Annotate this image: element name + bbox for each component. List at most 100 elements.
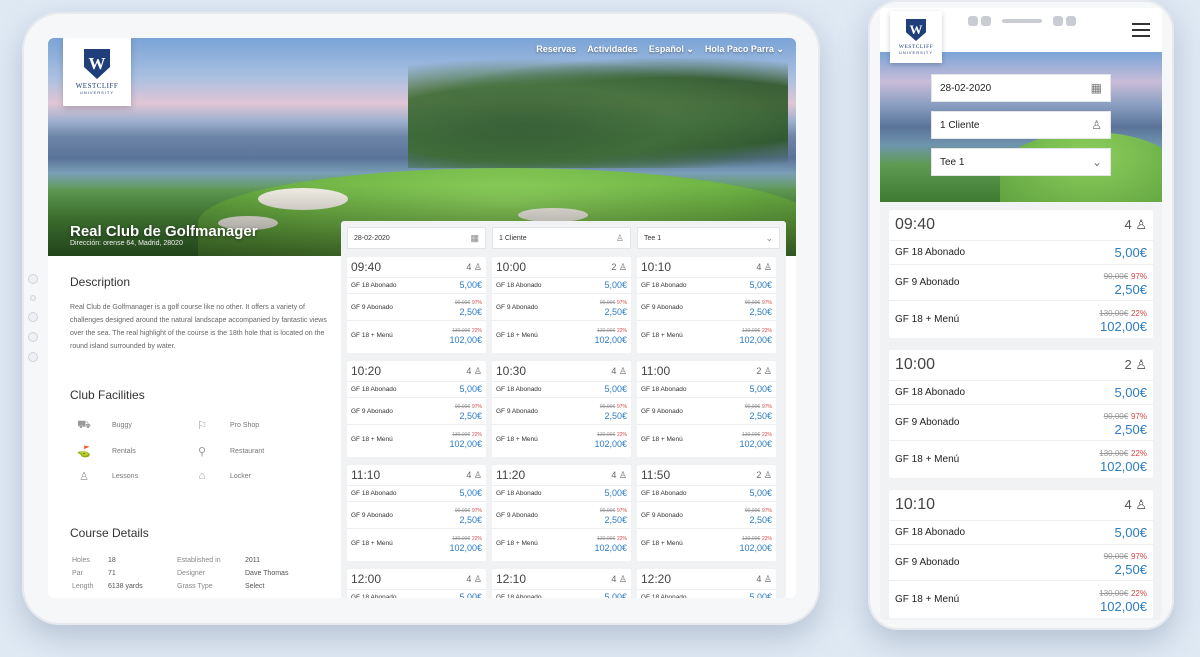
rate-row[interactable]: GF 18 Abonado 5,00€	[347, 277, 486, 293]
tee-time-card[interactable]: 12:204 ♙GF 18 Abonado5,00€GF 9 Abonado90…	[637, 569, 776, 598]
rate-row[interactable]: GF 9 Abonado 90,00€ 97% 2,50€	[492, 397, 631, 424]
rate-row[interactable]: GF 9 Abonado 90,00€ 97% 2,50€	[492, 501, 631, 528]
tee-time-card[interactable]: 12:004 ♙GF 18 Abonado5,00€GF 9 Abonado90…	[347, 569, 486, 598]
tee-time-card[interactable]: 11:00 2 ♙ GF 18 Abonado 5,00€ GF 9 Abonado 90…	[637, 361, 776, 457]
rate-row[interactable]: GF 18 + Menú 130,00€ 22% 102,00€	[889, 580, 1153, 618]
rate-name: GF 9 Abonado	[496, 511, 538, 519]
description-title: Description	[70, 275, 131, 289]
original-price: 130,00€	[742, 536, 761, 542]
discount-percent: 22%	[616, 328, 627, 334]
client-select[interactable]: 1 Cliente ♙	[492, 227, 631, 249]
rate-row[interactable]: GF 18 Abonado 5,00€	[492, 381, 631, 397]
rate-row[interactable]: GF 18 Abonado 5,00€	[492, 589, 631, 598]
tee-time-card[interactable]: 09:40 4 ♙ GF 18 Abonado 5,00€ GF 9 Abonado 90…	[889, 210, 1153, 338]
rate-row[interactable]: GF 9 Abonado 90,00€ 97% 2,50€	[889, 264, 1153, 300]
tee-time-card[interactable]: 10:00 2 ♙ GF 18 Abonado 5,00€ GF 9 Abonado 90…	[492, 257, 631, 353]
rate-row[interactable]: GF 9 Abonado 90,00€ 97% 2,50€	[492, 293, 631, 320]
rate-row[interactable]: GF 9 Abonado 90,00€ 97% 2,50€	[347, 397, 486, 424]
final-price: 2,50€	[749, 306, 772, 317]
rate-row[interactable]: GF 18 Abonado 5,00€	[347, 381, 486, 397]
brand-logo[interactable]: W WESTCLIFF UNIVERSITY	[890, 11, 942, 63]
detail-value: 6138 yards	[108, 583, 143, 590]
tee-time-card[interactable]: 11:50 2 ♙ GF 18 Abonado 5,00€ GF 9 Abonado 90…	[637, 465, 776, 561]
lessons-icon: ♙	[79, 471, 89, 483]
date-select[interactable]: 28-02-2020 ▦	[931, 74, 1111, 102]
rate-row[interactable]: GF 18 + Menú 130,00€ 22% 102,00€	[347, 424, 486, 454]
rate-row[interactable]: GF 18 Abonado 5,00€	[637, 485, 776, 501]
rate-row[interactable]: GF 18 Abonado 5,00€	[347, 485, 486, 501]
course-detail-row: Holes 18 Established in 2011	[72, 555, 291, 566]
tee-time-card[interactable]: 10:10 4 ♙ GF 18 Abonado 5,00€ GF 9 Abonado 90…	[637, 257, 776, 353]
rate-row[interactable]: GF 9 Abonado 90,00€ 97% 2,50€	[347, 293, 486, 320]
rate-name: GF 18 + Menú	[496, 332, 538, 339]
rate-row[interactable]: GF 18 + Menú 130,00€ 22% 102,00€	[347, 528, 486, 558]
brand-logo[interactable]: W WESTCLIFF UNIVERSITY	[63, 38, 131, 106]
detail-value: 2011	[245, 557, 261, 564]
tee-time-card[interactable]: 11:20 4 ♙ GF 18 Abonado 5,00€ GF 9 Abonado 90…	[492, 465, 631, 561]
final-price: 5,00€	[749, 592, 772, 599]
final-price: 5,00€	[749, 384, 772, 394]
rate-row[interactable]: GF 18 + Menú 130,00€ 22% 102,00€	[347, 320, 486, 350]
tee-time-card[interactable]: 12:104 ♙GF 18 Abonado5,00€GF 9 Abonado90…	[492, 569, 631, 598]
tablet-button	[28, 332, 38, 342]
date-select[interactable]: 28-02-2020 ▦	[347, 227, 486, 249]
nav-user[interactable]: Hola Paco Parra ⌄	[705, 44, 784, 55]
rate-row[interactable]: GF 18 Abonado 5,00€	[347, 589, 486, 598]
original-price: 130,00€	[1099, 588, 1129, 598]
tee-time-card[interactable]: 10:10 4 ♙ GF 18 Abonado 5,00€ GF 9 Abonado 90…	[889, 490, 1153, 618]
tee-time-header: 11:20 4 ♙	[492, 465, 631, 485]
rate-row[interactable]: GF 9 Abonado 90,00€ 97% 2,50€	[637, 397, 776, 424]
rate-row[interactable]: GF 18 + Menú 130,00€ 22% 102,00€	[637, 528, 776, 558]
tee-select[interactable]: Tee 1 ⌄	[637, 227, 780, 249]
rate-name: GF 18 Abonado	[496, 594, 542, 598]
rate-row[interactable]: GF 18 Abonado 5,00€	[637, 589, 776, 598]
rate-row[interactable]: GF 9 Abonado 90,00€ 97% 2,50€	[637, 501, 776, 528]
rate-name: GF 18 Abonado	[496, 386, 542, 393]
tee-time-card[interactable]: 09:40 4 ♙ GF 18 Abonado 5,00€ GF 9 Abonado 90…	[347, 257, 486, 353]
menu-icon[interactable]	[1132, 23, 1150, 41]
player-count: 4 ♙	[611, 470, 627, 481]
tee-time-card[interactable]: 10:20 4 ♙ GF 18 Abonado 5,00€ GF 9 Abonado 90…	[347, 361, 486, 457]
rate-row[interactable]: GF 9 Abonado 90,00€ 97% 2,50€	[347, 501, 486, 528]
rate-row[interactable]: GF 18 Abonado 5,00€	[889, 380, 1153, 404]
rate-row[interactable]: GF 18 Abonado 5,00€	[637, 381, 776, 397]
shield-icon: W	[84, 49, 110, 79]
user-icon: ♙	[1091, 118, 1102, 132]
rate-row[interactable]: GF 18 Abonado 5,00€	[492, 277, 631, 293]
rate-row[interactable]: GF 18 + Menú 130,00€ 22% 102,00€	[889, 300, 1153, 338]
client-select[interactable]: 1 Cliente ♙	[931, 111, 1111, 139]
rate-row[interactable]: GF 18 + Menú 130,00€ 22% 102,00€	[492, 320, 631, 350]
detail-value: 71	[108, 570, 116, 577]
rate-row[interactable]: GF 18 + Menú 130,00€ 22% 102,00€	[492, 424, 631, 454]
tee-time: 11:50	[641, 468, 671, 482]
discount-percent: 22%	[471, 328, 482, 334]
nav-language[interactable]: Español ⌄	[649, 44, 694, 55]
tee-time-card[interactable]: 10:00 2 ♙ GF 18 Abonado 5,00€ GF 9 Abonado 90…	[889, 350, 1153, 478]
nav-reservas[interactable]: Reservas	[536, 44, 576, 55]
rate-row[interactable]: GF 18 + Menú 130,00€ 22% 102,00€	[637, 320, 776, 350]
rate-discount: 90,00€ 97%	[600, 298, 627, 308]
tee-time-card[interactable]: 11:10 4 ♙ GF 18 Abonado 5,00€ GF 9 Abonado 90…	[347, 465, 486, 561]
tee-select[interactable]: Tee 1 ⌄	[931, 148, 1111, 176]
rate-row[interactable]: GF 9 Abonado 90,00€ 97% 2,50€	[889, 544, 1153, 580]
rate-name: GF 9 Abonado	[641, 511, 683, 519]
rate-row[interactable]: GF 9 Abonado 90,00€ 97% 2,50€	[637, 293, 776, 320]
rate-row[interactable]: GF 18 Abonado 5,00€	[889, 520, 1153, 544]
rate-row[interactable]: GF 9 Abonado 90,00€ 97% 2,50€	[889, 404, 1153, 440]
rate-price: 90,00€ 97% 2,50€	[600, 506, 627, 525]
rate-price: 130,00€ 22% 102,00€	[449, 430, 482, 449]
rate-price: 90,00€ 97% 2,50€	[600, 402, 627, 421]
rate-name: GF 18 + Menú	[351, 540, 393, 547]
tee-time: 09:40	[351, 260, 382, 274]
tee-time-card[interactable]: 10:30 4 ♙ GF 18 Abonado 5,00€ GF 9 Abonado 90…	[492, 361, 631, 457]
rate-row[interactable]: GF 18 Abonado 5,00€	[889, 240, 1153, 264]
nav-actividades[interactable]: Actividades	[587, 44, 638, 55]
rate-row[interactable]: GF 18 + Menú 130,00€ 22% 102,00€	[492, 528, 631, 558]
rate-price: 5,00€	[1114, 526, 1147, 539]
rate-row[interactable]: GF 18 + Menú 130,00€ 22% 102,00€	[637, 424, 776, 454]
discount-percent: 97%	[471, 299, 482, 306]
rate-row[interactable]: GF 18 Abonado 5,00€	[637, 277, 776, 293]
camera-dot	[968, 16, 978, 26]
rate-row[interactable]: GF 18 + Menú 130,00€ 22% 102,00€	[889, 440, 1153, 478]
rate-row[interactable]: GF 18 Abonado 5,00€	[492, 485, 631, 501]
